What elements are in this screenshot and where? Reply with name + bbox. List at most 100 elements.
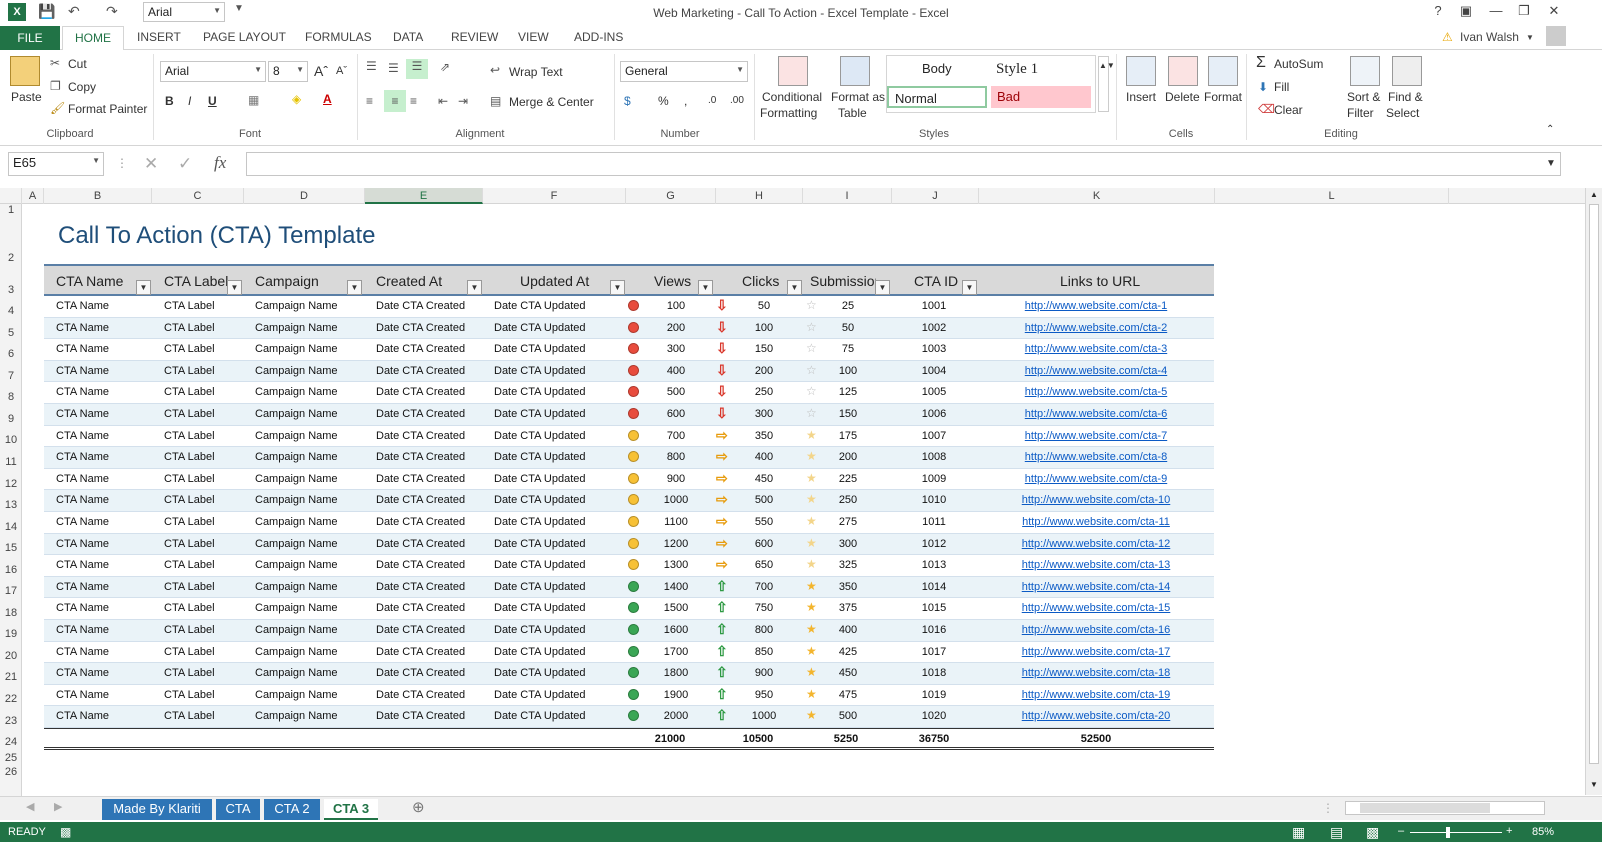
cell-link[interactable]: http://www.website.com/cta-5: [996, 386, 1196, 398]
cell-cta-name[interactable]: CTA Name: [56, 602, 109, 614]
horizontal-scroll-thumb[interactable]: [1360, 803, 1490, 813]
align-center-icon[interactable]: ≡: [384, 90, 406, 112]
sheet-tab-made-by-klariti[interactable]: Made By Klariti: [102, 799, 212, 820]
cell-campaign[interactable]: Campaign Name: [255, 689, 338, 701]
cell-updated-at[interactable]: Date CTA Updated: [494, 322, 586, 334]
cell-created-at[interactable]: Date CTA Created: [376, 602, 465, 614]
cell-clicks[interactable]: 800: [742, 624, 786, 636]
total-clicks[interactable]: 10500: [730, 733, 786, 745]
cell-link[interactable]: http://www.website.com/cta-11: [996, 516, 1196, 528]
cell-cta-label[interactable]: CTA Label: [164, 365, 215, 377]
cell-submissions[interactable]: 25: [826, 300, 870, 312]
cell-cta-label[interactable]: CTA Label: [164, 559, 215, 571]
cell-created-at[interactable]: Date CTA Created: [376, 451, 465, 463]
cell-views[interactable]: 1100: [654, 516, 698, 528]
cell-created-at[interactable]: Date CTA Created: [376, 689, 465, 701]
cell-link[interactable]: http://www.website.com/cta-1: [996, 300, 1196, 312]
sheet-tab-cta-3[interactable]: CTA 3: [324, 799, 378, 820]
cell-cta-name[interactable]: CTA Name: [56, 581, 109, 593]
row-header[interactable]: 7: [0, 370, 22, 382]
cell-campaign[interactable]: Campaign Name: [255, 386, 338, 398]
cell-campaign[interactable]: Campaign Name: [255, 559, 338, 571]
cell-campaign[interactable]: Campaign Name: [255, 494, 338, 506]
zoom-out-icon[interactable]: –: [1398, 825, 1404, 837]
row-header[interactable]: 9: [0, 413, 22, 425]
row-header[interactable]: 22: [0, 693, 22, 705]
cell-clicks[interactable]: 550: [742, 516, 786, 528]
cell-cta-id[interactable]: 1009: [906, 473, 962, 485]
cell-updated-at[interactable]: Date CTA Updated: [494, 386, 586, 398]
style-normal[interactable]: Normal: [887, 86, 987, 108]
cell-updated-at[interactable]: Date CTA Updated: [494, 602, 586, 614]
cell-link[interactable]: http://www.website.com/cta-10: [996, 494, 1196, 506]
clear-button[interactable]: Clear: [1274, 103, 1303, 117]
row-header[interactable]: 15: [0, 542, 22, 554]
format-painter-button[interactable]: Format Painter: [68, 102, 147, 116]
cancel-icon[interactable]: ✕: [144, 154, 158, 174]
comma-icon[interactable]: ,: [684, 94, 687, 108]
row-header[interactable]: 24: [0, 736, 22, 748]
cell-cta-name[interactable]: CTA Name: [56, 516, 109, 528]
font-color-icon[interactable]: A: [323, 92, 332, 106]
sheet-tab-cta-2[interactable]: CTA 2: [264, 799, 320, 820]
row-header[interactable]: 19: [0, 628, 22, 640]
wrap-text-button[interactable]: Wrap Text: [509, 65, 563, 79]
conditional-formatting-button[interactable]: Conditional: [762, 90, 822, 104]
cell-created-at[interactable]: Date CTA Created: [376, 430, 465, 442]
tab-view[interactable]: VIEW: [518, 30, 549, 44]
enter-icon[interactable]: ✓: [178, 154, 192, 174]
row-header[interactable]: 17: [0, 585, 22, 597]
restore-icon[interactable]: ❐: [1514, 3, 1534, 19]
name-box[interactable]: E65 ▼: [8, 152, 104, 176]
cell-link[interactable]: http://www.website.com/cta-20: [996, 710, 1196, 722]
cell-campaign[interactable]: Campaign Name: [255, 430, 338, 442]
cell-clicks[interactable]: 400: [742, 451, 786, 463]
copy-button[interactable]: Copy: [68, 80, 96, 94]
cell-updated-at[interactable]: Date CTA Updated: [494, 365, 586, 377]
row-header[interactable]: 20: [0, 650, 22, 662]
cell-cta-label[interactable]: CTA Label: [164, 602, 215, 614]
col-header-i[interactable]: I: [803, 188, 892, 204]
cell-updated-at[interactable]: Date CTA Updated: [494, 451, 586, 463]
cell-clicks[interactable]: 350: [742, 430, 786, 442]
tab-data[interactable]: DATA: [393, 30, 423, 44]
cell-submissions[interactable]: 400: [826, 624, 870, 636]
cell-cta-name[interactable]: CTA Name: [56, 386, 109, 398]
cell-updated-at[interactable]: Date CTA Updated: [494, 408, 586, 420]
cell-submissions[interactable]: 375: [826, 602, 870, 614]
cell-views[interactable]: 1500: [654, 602, 698, 614]
tab-add-ins[interactable]: ADD-INS: [574, 30, 623, 44]
cell-campaign[interactable]: Campaign Name: [255, 300, 338, 312]
col-header-j[interactable]: J: [892, 188, 979, 204]
cell-campaign[interactable]: Campaign Name: [255, 710, 338, 722]
cell-views[interactable]: 1800: [654, 667, 698, 679]
cell-created-at[interactable]: Date CTA Created: [376, 624, 465, 636]
cell-cta-name[interactable]: CTA Name: [56, 710, 109, 722]
cell-updated-at[interactable]: Date CTA Updated: [494, 710, 586, 722]
col-header-l[interactable]: L: [1215, 188, 1449, 204]
cell-link[interactable]: http://www.website.com/cta-7: [996, 430, 1196, 442]
cell-cta-label[interactable]: CTA Label: [164, 430, 215, 442]
col-header-h[interactable]: H: [716, 188, 803, 204]
zoom-level[interactable]: 85%: [1532, 826, 1554, 838]
cell-cta-id[interactable]: 1020: [906, 710, 962, 722]
cell-cta-label[interactable]: CTA Label: [164, 322, 215, 334]
cell-submissions[interactable]: 225: [826, 473, 870, 485]
cell-campaign[interactable]: Campaign Name: [255, 473, 338, 485]
zoom-in-icon[interactable]: +: [1506, 825, 1512, 837]
cell-views[interactable]: 900: [654, 473, 698, 485]
formula-input[interactable]: [246, 152, 1561, 176]
cell-submissions[interactable]: 450: [826, 667, 870, 679]
cell-cta-id[interactable]: 1005: [906, 386, 962, 398]
cell-clicks[interactable]: 200: [742, 365, 786, 377]
format-as-table-button[interactable]: Format as: [831, 90, 885, 104]
row-header[interactable]: 1: [0, 204, 22, 216]
cell-link[interactable]: http://www.website.com/cta-2: [996, 322, 1196, 334]
cell-submissions[interactable]: 275: [826, 516, 870, 528]
tab-formulas[interactable]: FORMULAS: [305, 30, 372, 44]
row-header[interactable]: 2: [0, 252, 22, 264]
cell-campaign[interactable]: Campaign Name: [255, 516, 338, 528]
italic-button[interactable]: I: [188, 94, 191, 108]
filter-dropdown-icon[interactable]: ▼: [787, 280, 802, 295]
cell-clicks[interactable]: 450: [742, 473, 786, 485]
